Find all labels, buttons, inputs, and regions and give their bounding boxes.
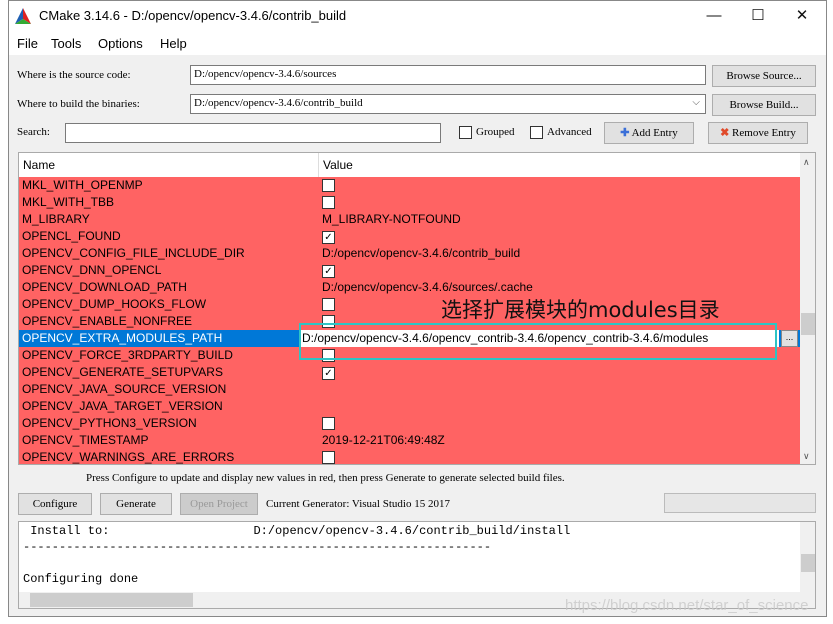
title-bar: CMake 3.14.6 - D:/opencv/opencv-3.4.6/co… xyxy=(9,1,826,31)
output-hscroll-thumb[interactable] xyxy=(30,593,193,607)
table-row[interactable]: OPENCL_FOUND ✓ xyxy=(19,228,800,245)
value-checkbox[interactable] xyxy=(322,451,335,464)
menu-tools[interactable]: Tools xyxy=(51,36,81,51)
row-value: M_LIBRARY-NOTFOUND xyxy=(322,212,461,226)
table-row[interactable]: OPENCV_DNN_OPENCL ✓ xyxy=(19,262,800,279)
row-value: 2019-12-21T06:49:48Z xyxy=(322,433,445,447)
scroll-down-icon[interactable]: ∨ xyxy=(803,451,810,462)
row-name: MKL_WITH_OPENMP xyxy=(22,178,143,192)
close-button[interactable]: ✕ xyxy=(787,5,817,27)
row-name: OPENCV_TIMESTAMP xyxy=(22,433,149,447)
value-checkbox[interactable] xyxy=(322,417,335,430)
output-line: ----------------------------------------… xyxy=(23,540,492,554)
table-row[interactable]: OPENCV_GENERATE_SETUPVARS ✓ xyxy=(19,364,800,381)
header-name[interactable]: Name xyxy=(19,153,319,177)
remove-entry-button[interactable]: ✖ Remove Entry xyxy=(708,122,808,144)
scroll-up-icon[interactable]: ∧ xyxy=(803,157,810,168)
row-name: OPENCV_GENERATE_SETUPVARS xyxy=(22,365,223,379)
output-log: Install to: D:/opencv/opencv-3.4.6/contr… xyxy=(18,521,816,609)
menu-file[interactable]: File xyxy=(17,36,38,51)
search-input[interactable] xyxy=(65,123,441,143)
table-row[interactable]: OPENCV_JAVA_SOURCE_VERSION xyxy=(19,381,800,398)
value-checkbox[interactable]: ✓ xyxy=(322,231,335,244)
browse-source-button[interactable]: Browse Source... xyxy=(712,65,816,87)
value-checkbox[interactable] xyxy=(322,298,335,311)
plus-icon: ✚ xyxy=(620,127,630,139)
minimize-button[interactable]: — xyxy=(699,5,729,27)
grouped-label: Grouped xyxy=(476,126,515,138)
cmake-window: CMake 3.14.6 - D:/opencv/opencv-3.4.6/co… xyxy=(8,0,827,617)
output-line: Configuring done xyxy=(23,572,139,586)
output-vscroll[interactable] xyxy=(800,522,815,592)
row-name: OPENCV_PYTHON3_VERSION xyxy=(22,416,197,430)
advanced-checkbox[interactable] xyxy=(530,126,543,139)
menu-help[interactable]: Help xyxy=(160,36,187,51)
annotation-text: 选择扩展模块的modules目录 xyxy=(441,298,720,322)
row-name: OPENCV_JAVA_SOURCE_VERSION xyxy=(22,382,227,396)
table-row[interactable]: M_LIBRARY M_LIBRARY-NOTFOUND xyxy=(19,211,800,228)
advanced-label: Advanced xyxy=(547,126,592,138)
row-name: OPENCV_WARNINGS_ARE_ERRORS xyxy=(22,450,235,464)
window-title: CMake 3.14.6 - D:/opencv/opencv-3.4.6/co… xyxy=(39,8,347,23)
remove-entry-label: Remove Entry xyxy=(732,127,796,139)
row-name: OPENCV_DOWNLOAD_PATH xyxy=(22,280,187,294)
row-name: OPENCV_JAVA_TARGET_VERSION xyxy=(22,399,223,413)
watermark: https://blog.csdn.net/star_of_science xyxy=(565,597,809,614)
cmake-logo-icon xyxy=(15,8,31,24)
build-label: Where to build the binaries: xyxy=(17,98,140,110)
hint-text: Press Configure to update and display ne… xyxy=(86,472,565,484)
annotation-box xyxy=(299,323,777,360)
row-name: OPENCV_DNN_OPENCL xyxy=(22,263,162,277)
table-row[interactable]: OPENCV_WARNINGS_ARE_ERRORS xyxy=(19,449,800,464)
open-project-button: Open Project xyxy=(180,493,258,515)
value-checkbox[interactable] xyxy=(322,179,335,192)
row-name: OPENCV_CONFIG_FILE_INCLUDE_DIR xyxy=(22,246,245,260)
row-name: OPENCV_DUMP_HOOKS_FLOW xyxy=(22,297,207,311)
row-name: OPENCV_FORCE_3RDPARTY_BUILD xyxy=(22,348,233,362)
output-line: Install to: D:/opencv/opencv-3.4.6/contr… xyxy=(23,524,571,538)
row-name: OPENCV_EXTRA_MODULES_PATH xyxy=(22,331,223,345)
maximize-button[interactable]: ☐ xyxy=(743,5,773,27)
search-label: Search: xyxy=(17,126,50,138)
progress-bar xyxy=(664,493,816,513)
generate-button[interactable]: Generate xyxy=(100,493,172,515)
row-value[interactable]: ✓ xyxy=(322,228,335,245)
table-row[interactable]: OPENCV_CONFIG_FILE_INCLUDE_DIR D:/opencv/… xyxy=(19,245,800,262)
add-entry-button[interactable]: ✚ Add Entry xyxy=(604,122,694,144)
menu-options[interactable]: Options xyxy=(98,36,143,51)
row-name: MKL_WITH_TBB xyxy=(22,195,115,209)
table-row[interactable]: OPENCV_PYTHON3_VERSION xyxy=(19,415,800,432)
browse-build-button[interactable]: Browse Build... xyxy=(712,94,816,116)
row-value[interactable] xyxy=(322,449,335,464)
add-entry-label: Add Entry xyxy=(631,127,678,139)
table-row[interactable]: OPENCV_JAVA_TARGET_VERSION xyxy=(19,398,800,415)
build-combobox[interactable]: D:/opencv/opencv-3.4.6/contrib_build ⌵ xyxy=(190,94,706,114)
value-checkbox[interactable] xyxy=(322,196,335,209)
row-name: OPENCL_FOUND xyxy=(22,229,121,243)
table-row[interactable]: OPENCV_TIMESTAMP 2019-12-21T06:49:48Z xyxy=(19,432,800,449)
value-checkbox[interactable]: ✓ xyxy=(322,265,335,278)
row-value[interactable]: ✓ xyxy=(322,262,335,279)
table-scrollbar[interactable]: ∧ ∨ xyxy=(800,153,815,464)
remove-x-icon: ✖ xyxy=(720,127,730,139)
value-checkbox[interactable]: ✓ xyxy=(322,367,335,380)
row-name: OPENCV_ENABLE_NONFREE xyxy=(22,314,193,328)
build-value: D:/opencv/opencv-3.4.6/contrib_build xyxy=(194,97,363,109)
current-generator: Current Generator: Visual Studio 15 2017 xyxy=(266,498,450,510)
row-value: D:/opencv/opencv-3.4.6/contrib_build xyxy=(322,246,521,260)
scroll-thumb[interactable] xyxy=(801,313,815,335)
table-row[interactable]: MKL_WITH_OPENMP xyxy=(19,177,800,194)
grouped-checkbox[interactable] xyxy=(459,126,472,139)
browse-path-button[interactable]: ... xyxy=(781,330,798,347)
row-value[interactable]: ✓ xyxy=(322,364,335,381)
source-label: Where is the source code: xyxy=(17,69,131,81)
table-row[interactable]: MKL_WITH_TBB xyxy=(19,194,800,211)
chevron-down-icon[interactable]: ⌵ xyxy=(692,97,700,108)
output-vscroll-thumb[interactable] xyxy=(801,554,815,572)
header-value[interactable]: Value xyxy=(319,153,800,177)
source-input[interactable]: D:/opencv/opencv-3.4.6/sources xyxy=(190,65,706,85)
configure-button[interactable]: Configure xyxy=(18,493,92,515)
row-name: M_LIBRARY xyxy=(22,212,90,226)
